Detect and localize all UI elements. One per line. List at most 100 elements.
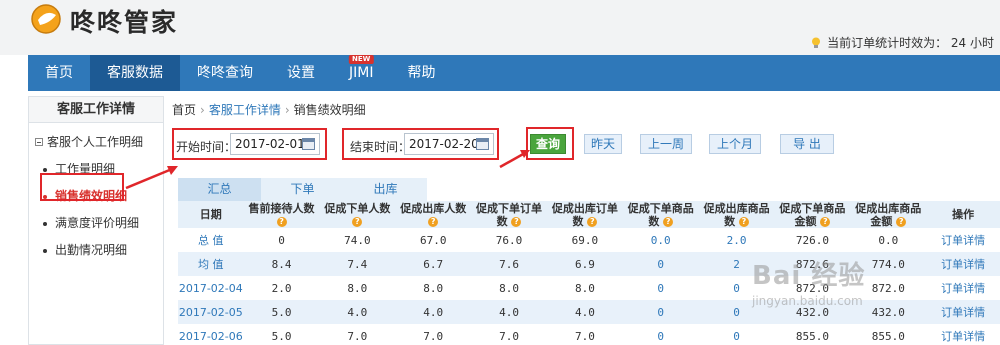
last-week-button[interactable]: 上一周 bbox=[640, 134, 692, 154]
chevron-right-icon: › bbox=[284, 102, 290, 117]
table-cell: 855.0 bbox=[871, 329, 905, 343]
header-bar: 咚咚管家 当前订单统计时效为： 24 小时 bbox=[0, 0, 1000, 55]
table-cell: 0 bbox=[733, 329, 740, 343]
data-tabs: 汇总 下单 出库 bbox=[178, 178, 427, 201]
nav-home[interactable]: 首页 bbox=[28, 55, 90, 91]
help-icon[interactable]: ? bbox=[352, 216, 363, 227]
column-header: 促成下单商品金额 ? bbox=[774, 201, 851, 228]
watermark-sub: jingyan.baidu.com bbox=[752, 294, 863, 308]
baidu-watermark: Bai 经验 jingyan.baidu.com bbox=[752, 255, 865, 308]
column-header: 促成下单订单数 ? bbox=[471, 201, 547, 228]
table-cell: 7.0 bbox=[347, 329, 368, 343]
highlight-box-end bbox=[342, 128, 499, 160]
sidebar-item-label: 出勤情况明细 bbox=[55, 243, 128, 257]
highlight-box-start bbox=[172, 128, 327, 160]
table-row: 2017-02-04 2.0 8.0 8.0 8.0 8.0 0 0 872.0… bbox=[178, 276, 1000, 300]
nav-settings[interactable]: 设置 bbox=[270, 55, 332, 91]
row-date-link[interactable]: 2017-02-05 bbox=[178, 300, 244, 324]
column-header: 促成出库人数? bbox=[395, 201, 472, 228]
arrow-icon bbox=[499, 150, 530, 169]
table-row: 2017-02-06 5.0 7.0 7.0 7.0 7.0 0 0 855.0… bbox=[178, 324, 1000, 345]
table-cell: 8.0 bbox=[347, 281, 368, 295]
table-cell: 76.0 bbox=[495, 233, 523, 247]
order-detail-link[interactable]: 订单详情 bbox=[926, 252, 1000, 276]
sidebar-item-satisfaction[interactable]: 满意度评价明细 bbox=[29, 210, 163, 237]
notice-text: 当前订单统计时效为： 24 小时 bbox=[827, 36, 994, 50]
table-cell: 855.0 bbox=[795, 329, 829, 343]
nav-help[interactable]: 帮助 bbox=[390, 55, 452, 91]
lightbulb-icon bbox=[812, 37, 821, 48]
table-row: 2017-02-05 5.0 4.0 4.0 4.0 4.0 0 0 432.0… bbox=[178, 300, 1000, 324]
nav-jimi[interactable]: JIMI NEW bbox=[332, 55, 390, 91]
table-cell: 0.0 bbox=[650, 233, 671, 247]
breadcrumb-parent[interactable]: 客服工作详情 bbox=[209, 101, 281, 118]
order-detail-link[interactable]: 订单详情 bbox=[926, 300, 1000, 324]
highlight-box-sidebar bbox=[40, 173, 124, 201]
last-month-button[interactable]: 上个月 bbox=[709, 134, 761, 154]
help-icon[interactable]: ? bbox=[739, 216, 749, 227]
collapse-icon[interactable] bbox=[35, 137, 43, 146]
table-cell: 4.0 bbox=[319, 300, 396, 324]
help-icon[interactable]: ? bbox=[276, 216, 287, 227]
help-icon[interactable]: ? bbox=[511, 216, 522, 227]
tab-outbound[interactable]: 出库 bbox=[344, 178, 427, 201]
help-icon[interactable]: ? bbox=[896, 216, 907, 227]
bullet-icon bbox=[43, 221, 47, 226]
bullet-icon bbox=[43, 248, 47, 253]
table-cell: 4.0 bbox=[471, 300, 547, 324]
breadcrumb-home[interactable]: 首页 bbox=[172, 101, 196, 118]
help-icon[interactable]: ? bbox=[428, 216, 439, 227]
table-cell: 67.0 bbox=[419, 233, 447, 247]
table-cell: 0 bbox=[278, 233, 285, 247]
table-cell: 0 bbox=[622, 300, 699, 324]
row-label: 均 值 bbox=[178, 252, 244, 276]
help-icon[interactable]: ? bbox=[820, 216, 831, 227]
tab-orders[interactable]: 下单 bbox=[261, 178, 344, 201]
sidebar-group[interactable]: 客服个人工作明细 bbox=[29, 123, 163, 150]
table-cell: 6.9 bbox=[546, 252, 623, 276]
table-cell: 74.0 bbox=[344, 233, 371, 247]
sidebar-item-label: 满意度评价明细 bbox=[55, 216, 140, 230]
yesterday-button[interactable]: 昨天 bbox=[584, 134, 622, 154]
column-header: 售前接待人数? bbox=[243, 201, 320, 228]
order-detail-link[interactable]: 订单详情 bbox=[926, 228, 1000, 252]
table-header-row: 日期 售前接待人数? 促成下单人数? 促成出库人数? 促成下单订单数 ? 促成出… bbox=[178, 201, 1000, 228]
table-cell: 7.4 bbox=[319, 252, 396, 276]
column-header: 促成出库订单数 ? bbox=[546, 201, 623, 228]
column-header: 操作 bbox=[926, 201, 1000, 228]
export-button[interactable]: 导 出 bbox=[780, 134, 834, 154]
tab-summary[interactable]: 汇总 bbox=[178, 178, 261, 201]
breadcrumb-current: 销售绩效明细 bbox=[293, 103, 366, 117]
nav-dongdong-query[interactable]: 咚咚查询 bbox=[180, 55, 270, 91]
table-cell: 726.0 bbox=[795, 233, 829, 247]
table-cell: 6.7 bbox=[395, 252, 472, 276]
order-detail-link[interactable]: 订单详情 bbox=[926, 324, 1000, 345]
table-row: 均 值 8.4 7.4 6.7 7.6 6.9 0 2 872.6 774.0 … bbox=[178, 252, 1000, 276]
help-icon[interactable]: ? bbox=[587, 216, 598, 227]
chevron-right-icon: › bbox=[200, 102, 205, 117]
breadcrumb: 首页 › 客服工作详情 › 销售绩效明细 bbox=[172, 101, 366, 118]
bullet-icon bbox=[43, 167, 47, 172]
order-detail-link[interactable]: 订单详情 bbox=[926, 276, 1000, 300]
highlight-box-query bbox=[526, 127, 574, 160]
table-cell: 7.6 bbox=[471, 252, 547, 276]
sidebar: 客服工作详情 客服个人工作明细 工作量明细 销售绩效明细 满意度评价明细 出勤情… bbox=[28, 96, 164, 345]
table-cell: 2.0 bbox=[271, 281, 292, 295]
row-label: 总 值 bbox=[198, 234, 224, 247]
table-cell: 0 bbox=[657, 329, 665, 343]
table-cell: 69.0 bbox=[571, 233, 599, 247]
table-cell: 4.0 bbox=[546, 300, 623, 324]
row-date-link[interactable]: 2017-02-06 bbox=[178, 324, 244, 345]
watermark-main: Bai 经验 bbox=[752, 261, 866, 291]
table-cell: 2.0 bbox=[726, 233, 747, 247]
sidebar-item-attendance[interactable]: 出勤情况明细 bbox=[29, 237, 163, 264]
table-cell: 4.0 bbox=[395, 300, 472, 324]
performance-table: 日期 售前接待人数? 促成下单人数? 促成出库人数? 促成下单订单数 ? 促成出… bbox=[178, 201, 1000, 345]
nav-service-data[interactable]: 客服数据 bbox=[90, 55, 180, 91]
column-header: 日期 bbox=[178, 201, 244, 228]
row-date-link[interactable]: 2017-02-04 bbox=[178, 276, 244, 300]
help-icon[interactable]: ? bbox=[663, 216, 674, 227]
table-cell: 8.0 bbox=[423, 281, 444, 295]
table-row: 总 值 0 74.0 67.0 76.0 69.0 0.0 2.0 726.0 … bbox=[178, 228, 1000, 252]
table-cell: 0 bbox=[657, 281, 665, 295]
